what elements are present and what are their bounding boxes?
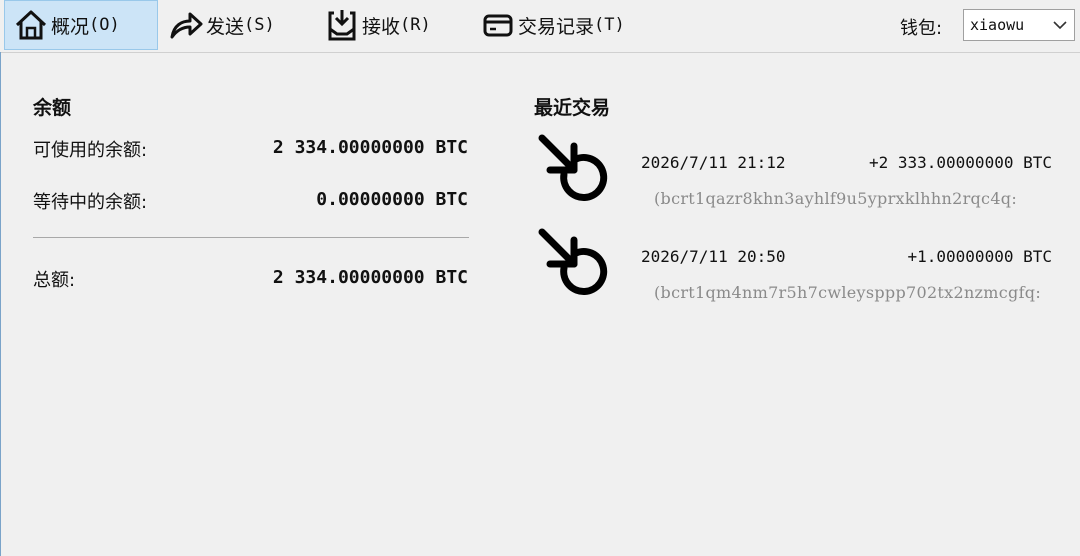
tab-label: 接收 bbox=[362, 15, 401, 38]
recent-title: 最近交易 bbox=[534, 97, 611, 119]
tab-label: 概况 bbox=[51, 15, 90, 38]
tx-datetime: 2026/7/11 20:50 bbox=[641, 247, 786, 266]
tx-amount: +2 333.00000000 BTC bbox=[868, 153, 1052, 172]
tab-send[interactable]: 发送 (S) bbox=[160, 0, 310, 50]
tab-transactions[interactable]: 交易记录 (T) bbox=[472, 0, 662, 50]
wallet-selected-value: xiaowu bbox=[970, 16, 1025, 34]
pending-label: 等待中的余额: bbox=[33, 192, 148, 213]
window-edge bbox=[0, 52, 1, 556]
home-icon bbox=[13, 7, 49, 43]
available-value: 2 334.00000000 BTC bbox=[272, 137, 468, 158]
tab-shortcut: (O) bbox=[89, 15, 120, 35]
tx-address: (bcrt1qm4nm7r5h7cwleysppp702tx2nzmcgfq: bbox=[654, 283, 1042, 302]
available-label: 可使用的余额: bbox=[33, 140, 148, 161]
total-label: 总额: bbox=[33, 270, 76, 291]
send-arrow-icon bbox=[168, 7, 204, 43]
chevron-down-icon bbox=[1052, 17, 1068, 37]
total-value: 2 334.00000000 BTC bbox=[272, 267, 468, 288]
incoming-tx-icon bbox=[536, 228, 616, 308]
receive-inbox-icon bbox=[324, 7, 360, 43]
tab-label: 发送 bbox=[206, 15, 245, 38]
tx-amount: +1.00000000 BTC bbox=[907, 247, 1053, 266]
tab-shortcut: (T) bbox=[594, 15, 625, 35]
incoming-tx-icon bbox=[536, 134, 616, 214]
balance-divider bbox=[33, 237, 469, 238]
tab-shortcut: (S) bbox=[244, 15, 275, 35]
wallet-select[interactable]: xiaowu bbox=[963, 9, 1075, 41]
tab-shortcut: (R) bbox=[400, 15, 431, 35]
tab-receive[interactable]: 接收 (R) bbox=[316, 0, 466, 50]
toolbar: 概况 (O) 发送 (S) 接收 (R) 交易记录 (T) 钱包: xiaowu bbox=[0, 0, 1080, 53]
tab-overview[interactable]: 概况 (O) bbox=[4, 0, 158, 50]
tx-datetime: 2026/7/11 21:12 bbox=[641, 153, 786, 172]
balances-title: 余额 bbox=[33, 97, 72, 119]
tx-address: (bcrt1qazr8khn3ayhlf9u5yprxklhhn2rqc4q: bbox=[654, 189, 1018, 208]
card-icon bbox=[480, 7, 516, 43]
tab-label: 交易记录 bbox=[518, 15, 595, 38]
wallet-label: 钱包: bbox=[900, 18, 943, 39]
pending-value: 0.00000000 BTC bbox=[316, 189, 468, 210]
